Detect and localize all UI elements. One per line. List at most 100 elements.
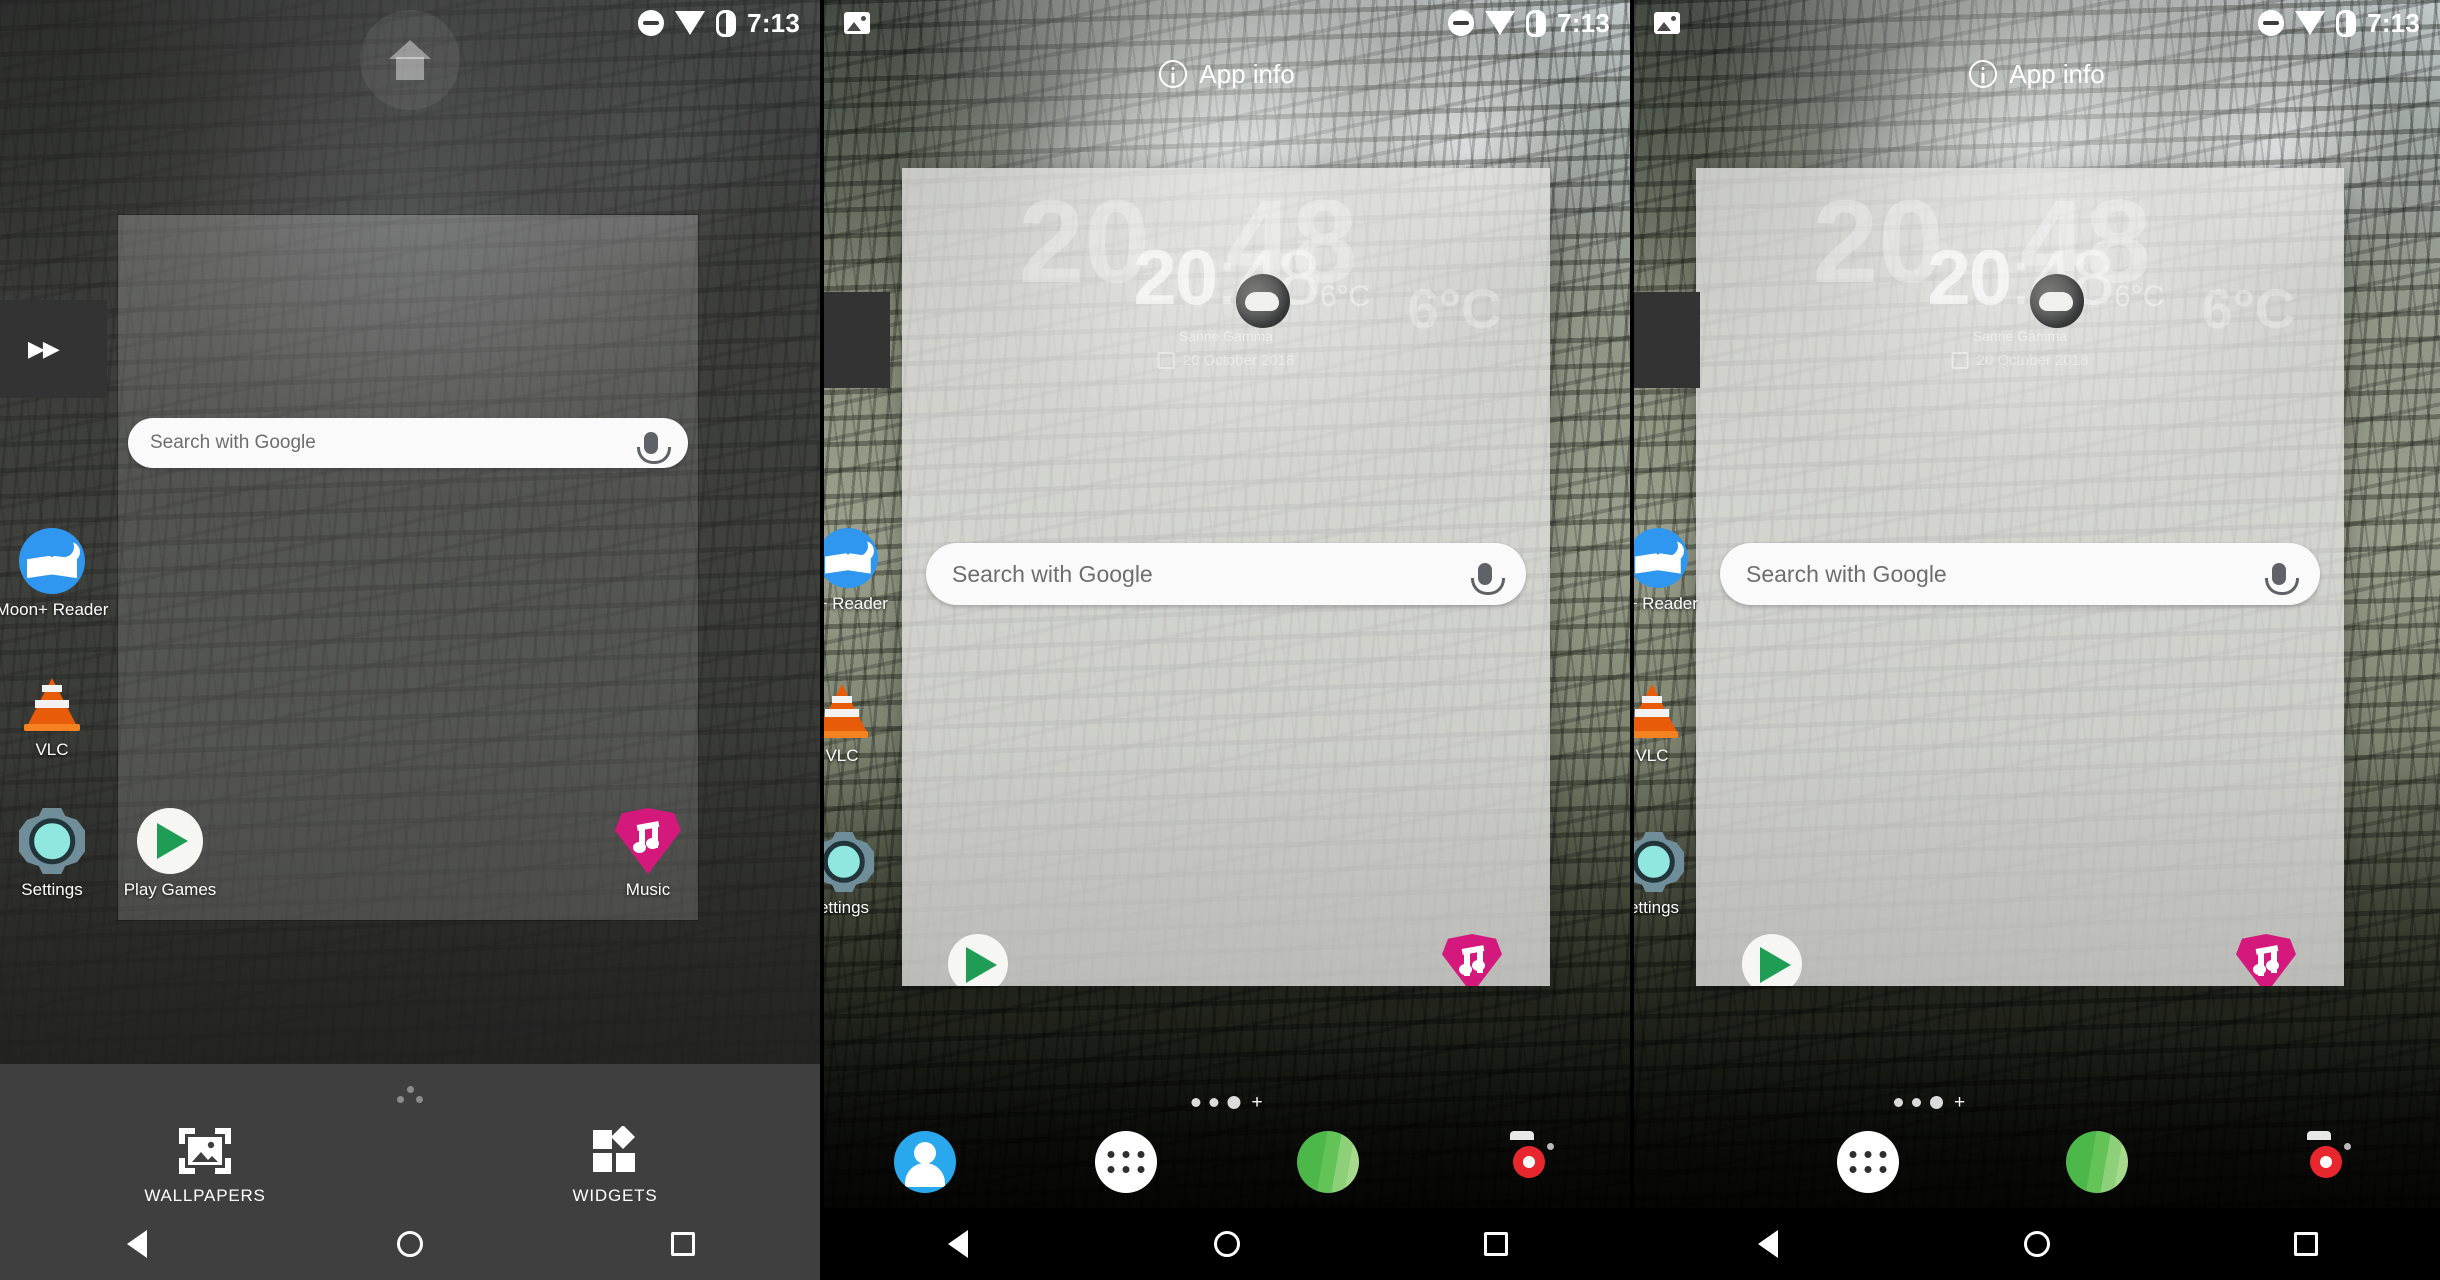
page-indicator[interactable]: + [1191, 1093, 1263, 1112]
drag-target-panel[interactable] [824, 292, 890, 388]
status-bar-time: 7:13 [1557, 7, 1610, 38]
microphone-icon[interactable] [1470, 557, 1505, 595]
dock-item-green-app[interactable] [1983, 1131, 2212, 1193]
vlc-icon [824, 680, 872, 740]
clock-date: 20 October 2018 [1182, 352, 1295, 369]
recents-icon [2293, 1232, 2318, 1256]
dock-item-all-apps[interactable] [1026, 1131, 1228, 1193]
app-icon-vlc[interactable]: VLC [0, 668, 110, 760]
microphone-icon[interactable] [636, 426, 671, 464]
recents-icon [1483, 1232, 1508, 1256]
vlc-icon [19, 668, 85, 734]
recents-button[interactable] [1361, 1208, 1630, 1280]
app-label: ettings [820, 898, 870, 917]
navigation-bar [0, 1208, 820, 1280]
dock-item-camera[interactable] [1429, 1137, 1631, 1187]
status-bar: 7:13 [824, 0, 1630, 46]
recents-button[interactable] [547, 1208, 820, 1280]
app-info-drop-target[interactable]: App info [824, 46, 1630, 102]
home-screen-preview[interactable]: 20 48 6°C 20:48 Sanne Gamma 20 October 2… [1696, 168, 2344, 986]
page-indicator[interactable]: + [1894, 1093, 1965, 1112]
panel-widget-drag-a: 20 48 6°C 20:48 Sanne Gamma 20 October 2… [820, 0, 1630, 1280]
app-icon-play-games[interactable]: Play Games [920, 934, 1036, 986]
app-icon-settings[interactable]: Settings [0, 808, 110, 900]
clock-temperature: 6°C [2114, 280, 2165, 313]
app-label: Play Games [123, 880, 217, 899]
search-input[interactable]: Search with Google [150, 432, 636, 454]
settings-icon [824, 832, 874, 892]
app-icon-settings[interactable]: ettings [820, 832, 902, 918]
panel-widget-drag-b: 20 48 6°C 20:48 Sanne Gamma 20 October 2… [1630, 0, 2440, 1280]
app-icon-music[interactable]: Music [2208, 934, 2324, 986]
clock-time: 20:48 [1133, 232, 1320, 323]
clock-hours: 20 [1927, 233, 2012, 321]
page-dot[interactable] [1912, 1098, 1921, 1107]
app-icon-play-games[interactable]: Play Games [1714, 934, 1830, 986]
drag-target-panel[interactable]: ▶▶ [0, 300, 107, 398]
drag-target-panel[interactable] [1634, 292, 1700, 388]
vlc-icon [1634, 680, 1682, 740]
home-icon [2024, 1231, 2050, 1257]
add-page-button[interactable]: + [1251, 1093, 1262, 1112]
app-info-drop-target[interactable]: App info [1634, 46, 2440, 102]
app-icon-vlc[interactable]: VLC [1634, 680, 1710, 766]
home-button[interactable] [273, 1208, 546, 1280]
drag-handle-icon[interactable] [397, 1086, 423, 1104]
app-label: ettings [1630, 898, 1680, 917]
clock-separator: : [1216, 233, 1238, 321]
dock-item-green-app[interactable] [1227, 1131, 1429, 1193]
app-icon-moon-reader[interactable]: n+ Reader [824, 528, 906, 614]
widgets-button[interactable]: WIDGETS [410, 1126, 820, 1206]
app-icon-play-games[interactable]: Play Games [112, 808, 228, 900]
home-icon [1214, 1231, 1240, 1257]
search-input[interactable]: Search with Google [952, 561, 1470, 588]
search-bar[interactable]: Search with Google [1720, 543, 2320, 605]
wallpapers-button[interactable]: WALLPAPERS [0, 1126, 410, 1206]
add-page-button[interactable]: + [1954, 1093, 1965, 1112]
clock-location: Sanne Gamma [1178, 328, 1274, 344]
clock-time: 20:48 [1927, 232, 2114, 323]
app-icon-vlc[interactable]: VLC [824, 680, 900, 766]
page-dot[interactable] [1191, 1098, 1201, 1107]
dock [824, 1116, 1630, 1208]
clock-date-row: 20 October 2018 [1951, 352, 2088, 369]
clock-widget[interactable]: 20:48 Sanne Gamma 20 October 2018 6°C [902, 192, 1550, 412]
search-input[interactable]: Search with Google [1746, 561, 2264, 588]
page-dot-active[interactable] [1930, 1096, 1943, 1109]
app-label: VLC [825, 746, 859, 765]
app-icon-music[interactable]: Music [590, 808, 706, 900]
page-dot-active[interactable] [1227, 1096, 1241, 1109]
dock-item-all-apps[interactable] [1754, 1131, 1983, 1193]
app-icon-moon-reader[interactable]: Moon+ Reader [0, 528, 110, 620]
camera-icon [2295, 1137, 2357, 1187]
page-dot[interactable] [1894, 1098, 1903, 1107]
recents-button[interactable] [2171, 1208, 2440, 1280]
panel-edit-mode: Search with Google ▶▶ Moon+ Reader VLC S… [0, 0, 820, 1280]
clock-separator: : [2010, 233, 2032, 321]
app-icon-settings[interactable]: ettings [1630, 832, 1712, 918]
search-bar[interactable]: Search with Google [926, 543, 1526, 605]
wifi-icon [1485, 11, 1516, 35]
home-button[interactable] [1903, 1208, 2172, 1280]
home-screen-preview[interactable]: 20 48 6°C 20:48 Sanne Gamma 20 October 2… [902, 168, 1550, 986]
home-button[interactable] [1093, 1208, 1362, 1280]
app-icon-music[interactable]: Music [1414, 934, 1530, 986]
moon-reader-icon [824, 528, 878, 588]
cloudy-night-icon [2030, 274, 2084, 328]
app-icon-moon-reader[interactable]: n+ Reader [1634, 528, 1716, 614]
recents-icon [671, 1232, 696, 1256]
clock-widget[interactable]: 20:48 Sanne Gamma 20 October 2018 6°C [1696, 192, 2344, 412]
calendar-icon [1951, 352, 1969, 369]
search-bar[interactable]: Search with Google [128, 418, 688, 468]
dock-item-contacts[interactable] [824, 1131, 1026, 1193]
navigation-bar [1634, 1208, 2440, 1280]
dock-item-camera[interactable] [2211, 1137, 2440, 1187]
calendar-icon [1157, 352, 1175, 369]
back-button[interactable] [1634, 1208, 1903, 1280]
microphone-icon[interactable] [2264, 557, 2299, 595]
page-dot[interactable] [1209, 1098, 1219, 1107]
back-button[interactable] [824, 1208, 1093, 1280]
back-button[interactable] [0, 1208, 273, 1280]
cloudy-night-icon [1236, 274, 1290, 328]
status-bar: 7:13 [1634, 0, 2440, 46]
